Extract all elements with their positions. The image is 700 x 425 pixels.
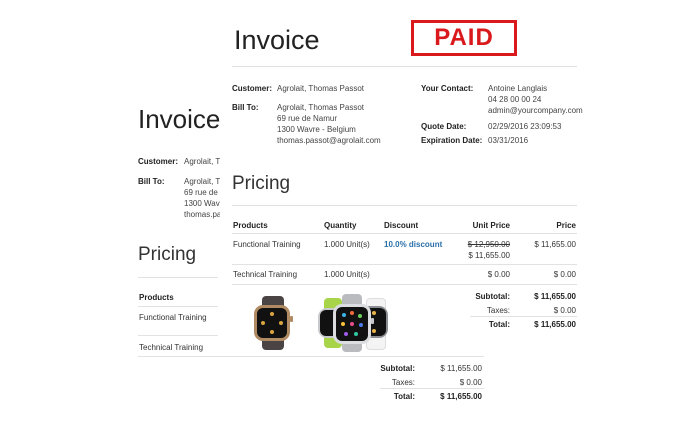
- back-row-technical: Technical Training: [139, 343, 204, 352]
- back-total-value: $ 11,655.00: [440, 392, 482, 401]
- row-discount: 10.0% discount: [384, 240, 443, 249]
- back-taxes-label: Taxes:: [391, 378, 415, 387]
- expiration-date-value: 03/31/2016: [488, 136, 529, 145]
- back-customer-label: Customer:: [138, 157, 179, 166]
- back-taxes-value: $ 0.00: [459, 378, 482, 387]
- subtotal-label: Subtotal:: [475, 292, 510, 301]
- expiration-date-label: Expiration Date:: [421, 136, 483, 145]
- row-old-unit-price: $ 12,950.00: [467, 240, 510, 249]
- back-total-label: Total:: [393, 392, 415, 401]
- col-quantity: Quantity: [324, 221, 357, 230]
- taxes-value: $ 0.00: [553, 306, 576, 315]
- col-discount: Discount: [384, 221, 419, 230]
- row-price: $ 0.00: [553, 270, 576, 279]
- back-products-header: Products: [139, 293, 174, 302]
- row-unit-price: $ 0.00: [487, 270, 510, 279]
- col-unit-price: Unit Price: [472, 221, 510, 230]
- subtotal-value: $ 11,655.00: [534, 292, 576, 301]
- row-price: $ 11,655.00: [534, 240, 576, 249]
- customer-value: Agrolait, Thomas Passot: [277, 84, 365, 93]
- contact-label: Your Contact:: [421, 84, 474, 93]
- col-price: Price: [556, 221, 576, 230]
- quote-date-label: Quote Date:: [421, 122, 467, 131]
- pricing-heading: Pricing: [232, 173, 291, 194]
- col-products: Products: [233, 221, 268, 230]
- contact-info: Antoine Langlais 04 28 00 00 24 admin@yo…: [488, 84, 583, 115]
- back-invoice-title: Invoice: [138, 104, 221, 134]
- back-row-functional: Functional Training: [139, 313, 207, 322]
- billto-address: Agrolait, Thomas Passot 69 rue de Namur …: [277, 103, 381, 145]
- back-subtotal-value: $ 11,655.00: [440, 364, 482, 373]
- row-unit-price: $ 11,655.00: [468, 251, 510, 260]
- total-label: Total:: [488, 320, 510, 329]
- back-billto-address: Agrolait, T 69 rue de 1300 Wav thomas.pa: [184, 177, 222, 219]
- back-pricing-heading: Pricing: [138, 244, 197, 265]
- back-customer-value: Agrolait, T: [184, 157, 221, 166]
- back-billto-label: Bill To:: [138, 177, 165, 186]
- billto-label: Bill To:: [232, 103, 259, 112]
- row-quantity: 1.000 Unit(s): [324, 240, 370, 249]
- row-product: Functional Training: [233, 240, 301, 249]
- invoice-title: Invoice: [234, 25, 320, 55]
- paid-stamp: PAID: [411, 20, 517, 56]
- taxes-label: Taxes:: [486, 306, 510, 315]
- row-product: Technical Training: [233, 270, 298, 279]
- customer-label: Customer:: [232, 84, 273, 93]
- total-value: $ 11,655.00: [534, 320, 576, 329]
- back-subtotal-label: Subtotal:: [380, 364, 415, 373]
- quote-date-value: 02/29/2016 23:09:53: [488, 122, 562, 131]
- row-quantity: 1.000 Unit(s): [324, 270, 370, 279]
